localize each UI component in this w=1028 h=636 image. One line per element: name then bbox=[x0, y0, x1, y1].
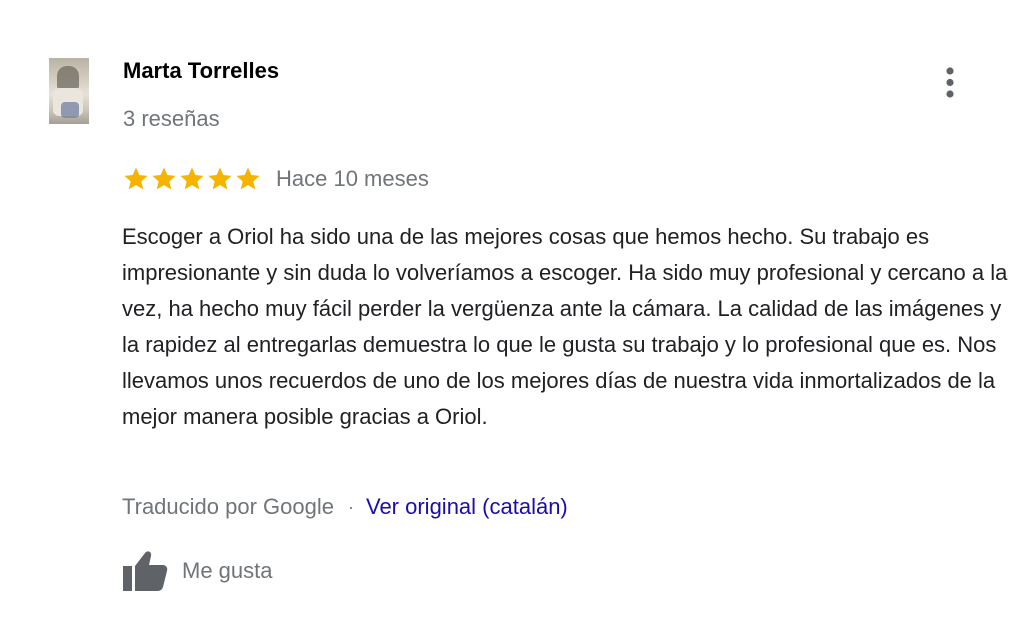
view-original-link[interactable]: Ver original (catalán) bbox=[366, 489, 568, 525]
star-icon bbox=[236, 167, 260, 190]
star-rating bbox=[122, 165, 262, 193]
star-icon bbox=[152, 167, 176, 190]
star-icon bbox=[124, 167, 148, 190]
translated-by-label: Traducido por Google bbox=[122, 494, 334, 519]
avatar-photo-figure bbox=[61, 102, 79, 118]
review-text: Escoger a Oriol ha sido una de las mejor… bbox=[122, 224, 1008, 429]
avatar[interactable] bbox=[49, 58, 89, 124]
like-button[interactable]: Me gusta bbox=[122, 550, 273, 592]
translation-info: Traducido por Google · Ver original (cat… bbox=[122, 489, 568, 525]
separator-dot: · bbox=[347, 497, 354, 517]
review-time: Hace 10 meses bbox=[276, 166, 429, 191]
thumbs-up-icon bbox=[123, 551, 168, 591]
star-icon bbox=[208, 167, 232, 190]
like-label: Me gusta bbox=[182, 558, 273, 583]
more-options-button[interactable] bbox=[934, 64, 966, 102]
reviewer-name[interactable]: Marta Torrelles bbox=[123, 58, 279, 84]
reviewer-review-count: 3 reseñas bbox=[123, 106, 220, 131]
more-vert-icon bbox=[946, 67, 954, 98]
avatar-photo-figure bbox=[57, 66, 79, 90]
rating-row: Hace 10 meses bbox=[122, 163, 429, 195]
star-icon bbox=[180, 167, 204, 190]
